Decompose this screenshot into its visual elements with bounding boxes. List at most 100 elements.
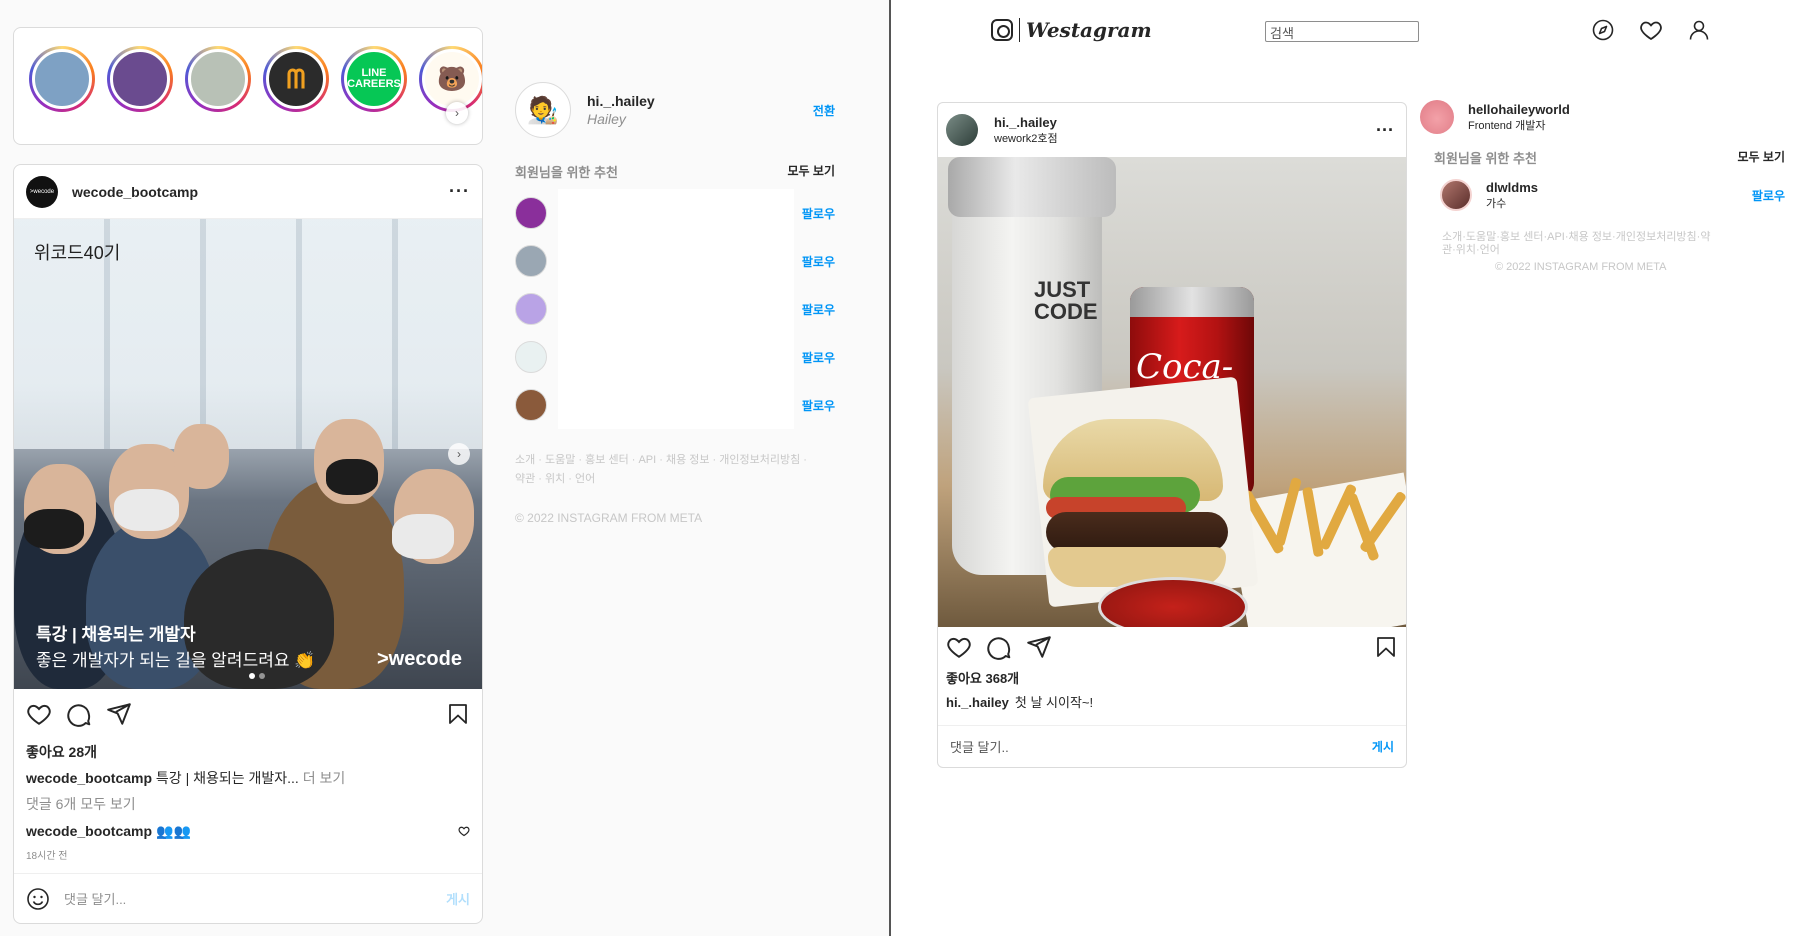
profile-bio: Frontend 개발자 bbox=[1468, 119, 1546, 132]
copyright: © 2022 INSTAGRAM FROM META bbox=[515, 511, 703, 525]
comment-username[interactable]: wecode_bootcamp bbox=[26, 817, 152, 845]
person-mask bbox=[392, 514, 454, 559]
explore-icon[interactable] bbox=[1591, 18, 1615, 42]
instagram-pane: ᗰ LINE CAREERS 🐻 › >wecode wecode_bootca… bbox=[0, 0, 889, 936]
caption-text: 특강 | 채용되는 개발자... bbox=[155, 770, 299, 786]
story-3-avatar bbox=[188, 49, 248, 109]
post-caption: hi._.hailey 첫 날 시이작~! bbox=[938, 691, 1406, 715]
story-6-avatar: 🐻 bbox=[422, 49, 482, 109]
story-1[interactable] bbox=[29, 46, 95, 112]
recommendation-avatar[interactable] bbox=[515, 389, 547, 421]
caption-more-link[interactable]: 더 보기 bbox=[303, 770, 346, 786]
post-username[interactable]: wecode_bootcamp bbox=[72, 184, 198, 200]
instagram-logo-icon bbox=[991, 19, 1013, 41]
see-all-button[interactable]: 모두 보기 bbox=[1738, 148, 1786, 167]
sidebar: hellohaileyworld Frontend 개발자 회원님을 위한 추천… bbox=[1420, 100, 1785, 273]
post-comment-button[interactable]: 게시 bbox=[1372, 738, 1394, 755]
bookmark-icon[interactable] bbox=[446, 701, 470, 727]
see-all-button[interactable]: 모두 보기 bbox=[788, 162, 836, 181]
follow-button[interactable]: 팔로우 bbox=[802, 349, 835, 366]
heart-icon[interactable] bbox=[946, 634, 972, 660]
post-avatar[interactable] bbox=[946, 114, 978, 146]
footer-line-1[interactable]: 소개 · 도움말 · 홍보 센터 · API · 채용 정보 · 개인정보처리방… bbox=[515, 451, 835, 470]
image-brand: >wecode bbox=[376, 648, 462, 670]
comment-row: wecode_bootcamp 👥👥 bbox=[14, 817, 482, 845]
tumbler-text: JUST CODE bbox=[1034, 277, 1098, 324]
more-options-icon[interactable]: ··· bbox=[449, 181, 470, 202]
follow-button[interactable]: 팔로우 bbox=[802, 253, 835, 270]
recommendation-avatar[interactable] bbox=[515, 197, 547, 229]
heart-icon[interactable] bbox=[1639, 18, 1663, 42]
recommendation-list: 팔로우 팔로우 팔로우 팔로우 팔로우 bbox=[515, 189, 835, 429]
view-all-comments-link[interactable]: 댓글 6개 모두 보기 bbox=[14, 791, 482, 817]
recommendation-item: 팔로우 bbox=[515, 189, 835, 237]
profile-names: hellohaileyworld Frontend 개발자 bbox=[1468, 102, 1570, 133]
person-mask bbox=[24, 509, 84, 549]
profile-names: hi._.hailey Hailey bbox=[587, 93, 655, 127]
comment-input[interactable]: 댓글 달기.. bbox=[950, 737, 1372, 756]
recommendation-avatar[interactable] bbox=[1440, 179, 1472, 211]
recommendation-username[interactable]: dlwldms bbox=[1486, 180, 1538, 195]
avatar-illustration-icon: 🧑‍🎨 bbox=[526, 94, 560, 125]
story-4[interactable]: ᗰ bbox=[263, 46, 329, 112]
post-comment-button[interactable]: 게시 bbox=[446, 889, 470, 908]
emoji-icon[interactable] bbox=[26, 887, 50, 911]
search-input[interactable]: 검색 bbox=[1265, 21, 1419, 42]
logo[interactable]: Westagram bbox=[991, 18, 1152, 42]
post-image[interactable]: 위코드40기 특강 | 채용되는 개발자 좋은 개발자가 되는 길을 알려드려요… bbox=[14, 219, 482, 689]
post-header: hi._.hailey wework2호점 ··· bbox=[938, 103, 1406, 157]
heart-icon[interactable] bbox=[26, 701, 52, 727]
story-3[interactable] bbox=[185, 46, 251, 112]
comment-input[interactable]: 댓글 달기... bbox=[64, 889, 446, 908]
bookmark-icon[interactable] bbox=[1374, 634, 1398, 660]
follow-button[interactable]: 팔로우 bbox=[802, 205, 835, 222]
post-username[interactable]: hi._.hailey bbox=[994, 115, 1058, 130]
burger-patty bbox=[1046, 512, 1228, 552]
comment-heart-icon[interactable] bbox=[458, 825, 470, 837]
image-next-button[interactable]: › bbox=[448, 443, 470, 465]
recommendations-header: 회원님을 위한 추천 모두 보기 bbox=[515, 162, 835, 181]
can-top bbox=[1130, 287, 1254, 317]
profile-username[interactable]: hellohaileyworld bbox=[1468, 102, 1570, 117]
comment-icon[interactable] bbox=[66, 701, 92, 727]
comment-icon[interactable] bbox=[986, 634, 1012, 660]
stories-next-button[interactable]: › bbox=[446, 102, 468, 124]
share-icon[interactable] bbox=[106, 701, 132, 727]
more-options-icon[interactable]: ··· bbox=[1376, 120, 1394, 141]
share-icon[interactable] bbox=[1026, 634, 1052, 660]
profile-icon[interactable] bbox=[1687, 18, 1711, 42]
post-avatar[interactable]: >wecode bbox=[26, 175, 58, 208]
profile-name: Hailey bbox=[587, 111, 626, 127]
profile-username[interactable]: hi._.hailey bbox=[587, 93, 655, 109]
recommendations-title: 회원님을 위한 추천 bbox=[1434, 151, 1537, 166]
post-location[interactable]: wework2호점 bbox=[994, 130, 1058, 146]
profile-avatar[interactable] bbox=[1420, 100, 1454, 134]
story-1-avatar bbox=[32, 49, 92, 109]
caption-username[interactable]: hi._.hailey bbox=[946, 695, 1009, 710]
post-image[interactable]: JUST CODE Coca-Cola bbox=[938, 157, 1406, 627]
add-comment-bar: 댓글 달기.. 게시 bbox=[938, 725, 1406, 767]
tumbler-lid bbox=[948, 157, 1116, 217]
dot bbox=[259, 673, 265, 679]
follow-button[interactable]: 팔로우 bbox=[802, 397, 835, 414]
likes-count[interactable]: 좋아요 28개 bbox=[14, 739, 482, 765]
person-mask bbox=[114, 489, 179, 531]
copyright: © 2022 INSTAGRAM FROM META bbox=[1495, 261, 1667, 273]
story-5[interactable]: LINE CAREERS bbox=[341, 46, 407, 112]
recommendation-avatar[interactable] bbox=[515, 245, 547, 277]
likes-count[interactable]: 좋아요 368개 bbox=[938, 667, 1406, 691]
follow-button[interactable]: 팔로우 bbox=[802, 301, 835, 318]
story-6[interactable]: 🐻 bbox=[419, 46, 482, 112]
recommendation-avatar[interactable] bbox=[515, 293, 547, 325]
follow-button[interactable]: 팔로우 bbox=[1752, 187, 1785, 204]
image-cohort-text: 위코드40기 bbox=[34, 243, 121, 263]
recommendation-subtitle: 가수 bbox=[1486, 197, 1507, 210]
recommendation-avatar[interactable] bbox=[515, 341, 547, 373]
caption-username[interactable]: wecode_bootcamp bbox=[26, 770, 152, 786]
story-2[interactable] bbox=[107, 46, 173, 112]
footer-links[interactable]: 소개·도움말·홍보 센터·API·채용 정보·개인정보처리방침·약관·위치·언어 bbox=[1420, 231, 1720, 257]
person-face bbox=[174, 424, 229, 489]
footer-line-2[interactable]: 약관 · 위치 · 언어 bbox=[515, 470, 835, 489]
profile-avatar[interactable]: 🧑‍🎨 bbox=[515, 82, 571, 138]
switch-account-button[interactable]: 전환 bbox=[813, 102, 835, 119]
